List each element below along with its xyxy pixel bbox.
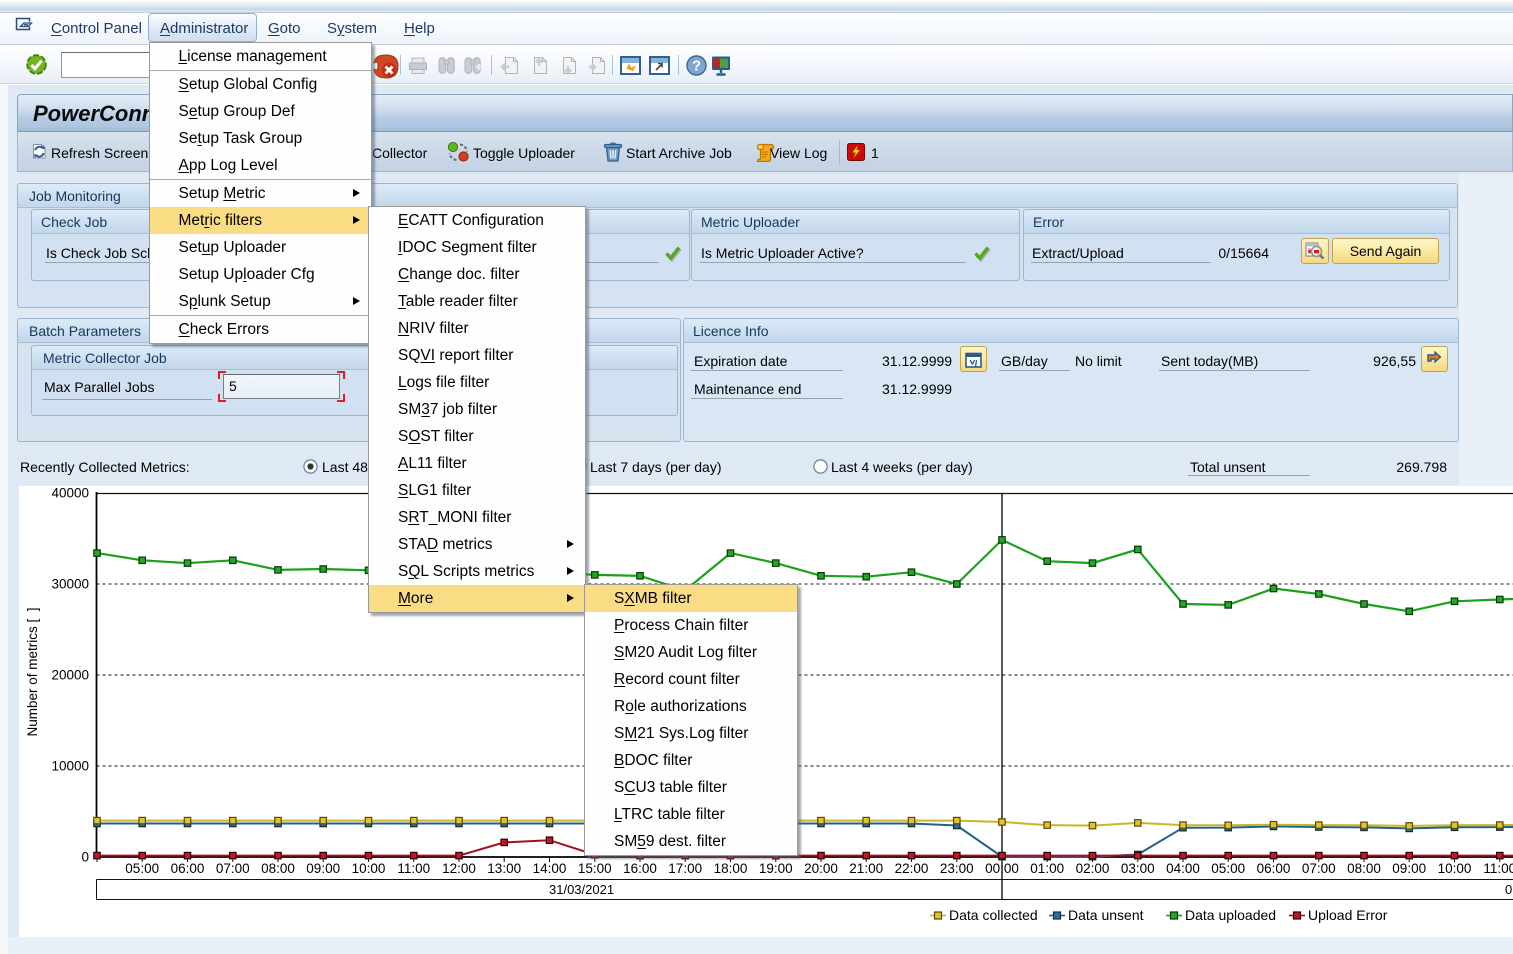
svg-text:10:00: 10:00 <box>352 861 386 876</box>
svg-text:Number of metrics [ ]: Number of metrics [ ] <box>25 607 40 736</box>
svg-text:18:00: 18:00 <box>714 861 748 876</box>
svg-text:01/04/2021: 01/04/2021 <box>1505 882 1513 897</box>
svg-text:14:00: 14:00 <box>533 861 567 876</box>
svg-text:Data unsent: Data unsent <box>1068 907 1144 923</box>
svg-text:Upload Error: Upload Error <box>1308 907 1388 923</box>
svg-text:11:00: 11:00 <box>397 861 430 876</box>
svg-text:12:00: 12:00 <box>442 861 476 876</box>
svg-text:0: 0 <box>81 850 89 865</box>
svg-text:20:00: 20:00 <box>804 861 838 876</box>
svg-text:11:00: 11:00 <box>1483 861 1513 876</box>
svg-text:06:00: 06:00 <box>1257 861 1291 876</box>
svg-text:Data uploaded: Data uploaded <box>1185 907 1276 923</box>
svg-text:04:00: 04:00 <box>1166 861 1200 876</box>
svg-text:07:00: 07:00 <box>216 861 250 876</box>
svg-text:10000: 10000 <box>51 759 89 774</box>
svg-text:22:00: 22:00 <box>895 861 929 876</box>
svg-text:02:00: 02:00 <box>1076 861 1110 876</box>
svg-text:09:00: 09:00 <box>1392 861 1426 876</box>
svg-text:23:00: 23:00 <box>940 861 974 876</box>
svg-text:17:00: 17:00 <box>668 861 702 876</box>
svg-text:19:00: 19:00 <box>759 861 793 876</box>
svg-text:01:00: 01:00 <box>1030 861 1064 876</box>
svg-text:40000: 40000 <box>51 486 89 501</box>
svg-text:06:00: 06:00 <box>171 861 205 876</box>
svg-text:05:00: 05:00 <box>1211 861 1245 876</box>
svg-text:00:00: 00:00 <box>985 861 1019 876</box>
svg-text:05:00: 05:00 <box>125 861 159 876</box>
svg-text:15:00: 15:00 <box>578 861 612 876</box>
svg-text:07:00: 07:00 <box>1302 861 1336 876</box>
svg-text:09:00: 09:00 <box>306 861 340 876</box>
svg-text:Data collected: Data collected <box>949 907 1038 923</box>
svg-text:03:00: 03:00 <box>1121 861 1155 876</box>
svg-text:13:00: 13:00 <box>487 861 521 876</box>
svg-text:16:00: 16:00 <box>623 861 657 876</box>
svg-text:31/03/2021: 31/03/2021 <box>549 882 614 897</box>
svg-text:08:00: 08:00 <box>261 861 295 876</box>
svg-text:20000: 20000 <box>51 668 89 683</box>
svg-text:30000: 30000 <box>51 577 89 592</box>
svg-text:?: ? <box>692 59 701 75</box>
svg-text:10:00: 10:00 <box>1438 861 1472 876</box>
svg-text:21:00: 21:00 <box>849 861 883 876</box>
svg-text:08:00: 08:00 <box>1347 861 1381 876</box>
